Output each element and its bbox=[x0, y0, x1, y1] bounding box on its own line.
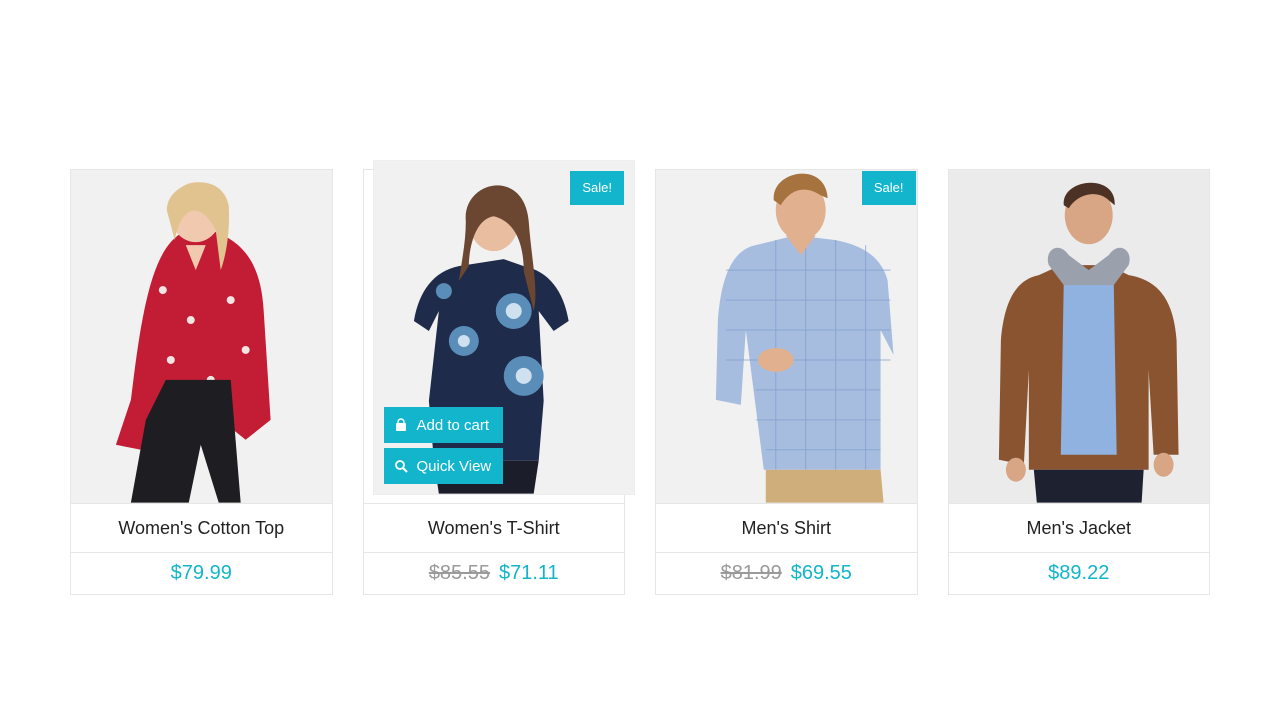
quick-view-button[interactable]: Quick View bbox=[383, 448, 503, 484]
product-name[interactable]: Men's Shirt bbox=[656, 503, 917, 552]
sale-badge: Sale! bbox=[861, 171, 916, 205]
product-price-row: $81.99 $69.55 bbox=[656, 552, 917, 594]
shopping-bag-icon bbox=[395, 418, 406, 431]
quick-view-label: Quick View bbox=[416, 457, 492, 475]
product-price: $69.55 bbox=[790, 562, 852, 584]
product-price: $89.22 bbox=[1048, 562, 1110, 584]
product-name[interactable]: Men's Jacket bbox=[948, 503, 1209, 552]
product-name[interactable]: Women's Cotton Top bbox=[71, 503, 332, 552]
product-old-price: $81.99 bbox=[720, 562, 782, 584]
search-icon bbox=[394, 460, 408, 473]
product-old-price: $85.55 bbox=[428, 562, 490, 584]
product-price: $71.11 bbox=[498, 562, 559, 584]
product-name[interactable]: Women's T-Shirt bbox=[363, 503, 624, 552]
product-image-mens-shirt[interactable]: Sale! bbox=[656, 170, 917, 503]
product-price-row: $89.22 bbox=[948, 552, 1209, 594]
product-card[interactable]: Women's Cotton Top $79.99 bbox=[70, 169, 333, 595]
sale-badge: Sale! bbox=[570, 171, 624, 205]
woman-floral-top-photo bbox=[71, 170, 332, 503]
product-image-women-cotton-top[interactable] bbox=[71, 170, 332, 503]
add-to-cart-label: Add to cart bbox=[416, 416, 490, 434]
product-price-row: $79.99 bbox=[71, 552, 332, 594]
product-price-row: $85.55 $71.11 bbox=[363, 552, 624, 594]
product-card[interactable]: Men's Jacket $89.22 bbox=[947, 169, 1210, 595]
product-card[interactable]: Sale! Men's Shirt $81.99 $69.55 bbox=[655, 169, 918, 595]
product-image-mens-jacket[interactable] bbox=[948, 170, 1209, 503]
product-card[interactable]: Sale! Add to cart Quick View Women's T-S… bbox=[362, 161, 634, 595]
woman-navy-tshirt-photo bbox=[373, 161, 634, 494]
product-image-women-tshirt[interactable]: Sale! Add to cart Quick View bbox=[373, 161, 634, 494]
man-checked-shirt-photo bbox=[656, 170, 917, 503]
product-price: $79.99 bbox=[170, 562, 232, 584]
product-grid: Women's Cotton Top $79.99 Sale! Add to c… bbox=[70, 161, 1210, 595]
man-leather-jacket-photo bbox=[948, 170, 1209, 503]
add-to-cart-button[interactable]: Add to cart bbox=[383, 407, 503, 443]
